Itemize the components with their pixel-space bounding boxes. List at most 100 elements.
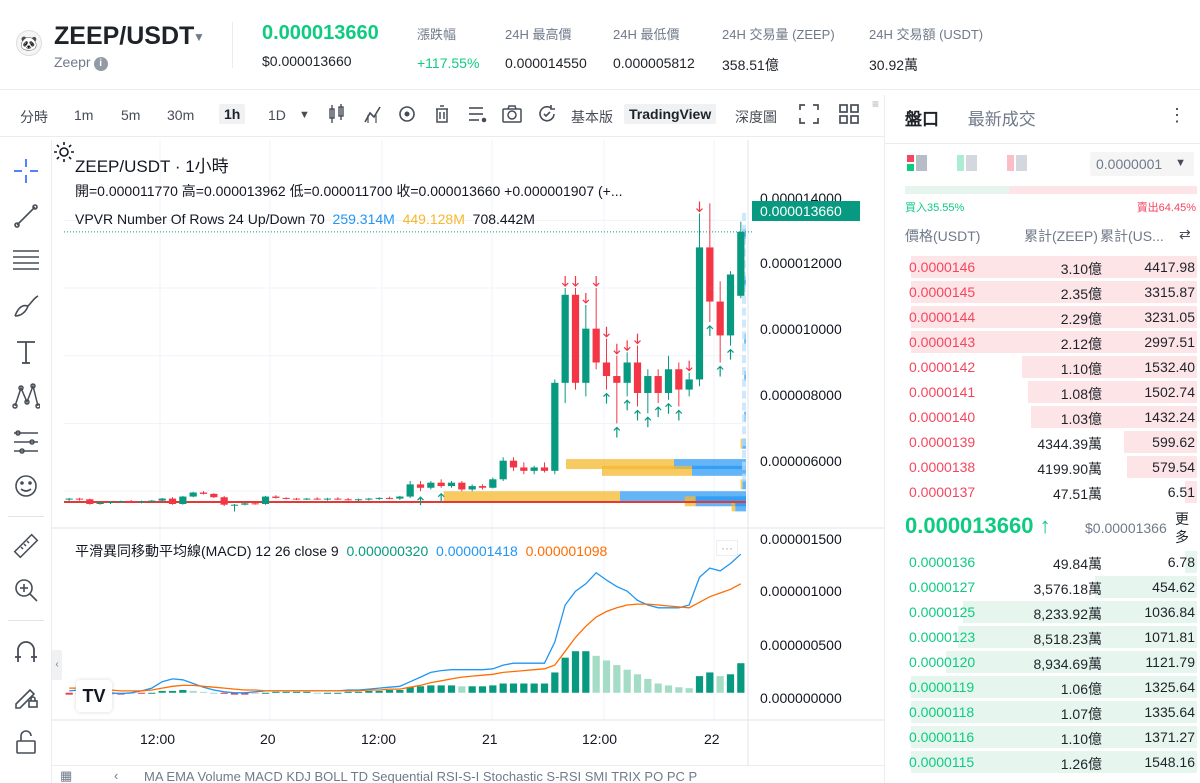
interval-1h[interactable]: 1h [219,104,246,124]
vpvr-profile-bar [742,378,746,387]
time-tick: 20 [260,731,276,747]
buy-signal-arrow [437,492,445,502]
pair-dropdown-icon[interactable]: ▼ [193,30,205,44]
fullscreen-icon[interactable] [798,103,820,125]
list-icon[interactable] [466,103,488,125]
lock-drawing-icon[interactable] [12,682,40,710]
ask-row[interactable]: 0.0000143 2.12億 2997.51 [905,330,1197,355]
calendar-icon[interactable]: ▦ [60,768,72,783]
brush-icon[interactable] [12,292,40,320]
fib-tool-icon[interactable] [12,428,40,456]
interval-time[interactable]: 分時 [20,107,48,127]
candle-body [189,492,197,497]
emoji-icon[interactable] [12,472,40,500]
basic-view-tab[interactable]: 基本版 [571,107,613,127]
amount-cell: 8,518.23萬 [1033,631,1103,647]
zoom-in-icon[interactable] [12,576,40,604]
sell-ratio: 賣出64.45% [1136,202,1196,214]
layout-grid-icon[interactable] [838,103,860,125]
pair-name[interactable]: ZEEP/USDT [54,22,194,51]
orderbook-tabs: 盤口 最新成交 [905,105,1060,130]
horizontal-lines-icon[interactable] [12,246,40,274]
text-tool-icon[interactable] [12,338,40,366]
sell-signal-arrow [634,333,641,345]
macd-histogram-bar [468,686,476,693]
bid-row[interactable]: 0.0000127 3,576.18萬 454.62 [905,575,1197,600]
book-both-icon[interactable] [907,155,927,171]
trendline-icon[interactable] [12,202,40,230]
candle-body [272,496,280,498]
vpvr-profile-bar [742,331,746,340]
depth-chart-tab[interactable]: 深度圖 [735,107,777,127]
interval-dropdown-icon[interactable]: ▼ [299,109,310,121]
magnet-icon[interactable] [12,638,40,666]
macd-histogram-bar [737,663,745,693]
candle-body [520,467,528,471]
pattern-tool-icon[interactable] [12,382,40,410]
bid-row[interactable]: 0.0000116 1.10億 1371.27 [905,725,1197,750]
camera-icon[interactable] [501,103,523,125]
interval-30m[interactable]: 30m [167,107,194,123]
macd-histogram-bar [365,690,373,693]
total-cell: 1071.81 [1144,629,1195,645]
more-menu-icon[interactable]: ⋮ [1168,105,1186,126]
ask-row[interactable]: 0.0000146 3.10億 4417.98 [905,255,1197,280]
bid-row[interactable]: 0.0000125 8,233.92萬 1036.84 [905,600,1197,625]
scroll-left-icon[interactable]: ‹ [114,768,118,783]
interval-1m[interactable]: 1m [74,107,93,123]
tradingview-logo-icon[interactable]: TV [76,680,112,712]
ask-row[interactable]: 0.0000141 1.08億 1502.74 [905,380,1197,405]
alert-icon[interactable] [396,103,418,125]
precision-select[interactable]: 0.0000001 ▼ [1090,152,1194,176]
total-cell: 454.62 [1152,579,1195,595]
ask-row[interactable]: 0.0000145 2.35億 3315.87 [905,280,1197,305]
info-icon[interactable]: i [93,57,108,71]
indicators-icon[interactable] [362,103,384,125]
candle-type-icon[interactable] [326,103,348,125]
buy-signal-arrow [644,416,652,428]
candle-body [220,497,228,505]
candle-body [737,231,745,296]
tab-orderbook[interactable]: 盤口 [905,105,939,130]
unlock-icon[interactable] [12,728,40,756]
ask-row[interactable]: 0.0000144 2.29億 3231.05 [905,305,1197,330]
indicator-list[interactable]: MA EMA Volume MACD KDJ BOLL TD Sequentia… [144,769,697,783]
macd-histogram-bar [210,692,218,694]
ruler-icon[interactable] [12,532,40,560]
ask-row[interactable]: 0.0000138 4199.90萬 579.54 [905,455,1197,480]
tradingview-tab[interactable]: TradingView [624,104,717,124]
bid-row[interactable]: 0.0000120 8,934.69萬 1121.79 [905,650,1197,675]
candle-body [199,492,208,494]
amount-cell: 3.10億 [1060,261,1102,277]
candle-body [592,328,600,363]
book-asks-icon[interactable] [1007,155,1027,171]
bid-row[interactable]: 0.0000119 1.06億 1325.64 [905,675,1197,700]
bid-row[interactable]: 0.0000118 1.07億 1335.64 [905,700,1197,725]
bid-row[interactable]: 0.0000115 1.26億 1548.16 [905,750,1197,775]
more-link[interactable]: 更多 [1175,510,1195,546]
panel-handle-icon[interactable]: ≡ [872,97,879,111]
ask-row[interactable]: 0.0000137 47.51萬 6.51 [905,480,1197,505]
interval-1d[interactable]: 1D [268,107,286,123]
tab-recent-trades[interactable]: 最新成交 [968,105,1036,130]
macd-histogram-bar [148,692,156,694]
candle-body [230,504,239,506]
price-cell: 0.0000119 [909,679,975,695]
bid-row[interactable]: 0.0000123 8,518.23萬 1071.81 [905,625,1197,650]
interval-5m[interactable]: 5m [121,107,140,123]
ask-row[interactable]: 0.0000139 4344.39萬 599.62 [905,430,1197,455]
crosshair-icon[interactable] [12,157,40,185]
replay-icon[interactable] [536,103,558,125]
delete-icon[interactable] [431,103,453,125]
ask-row[interactable]: 0.0000140 1.03億 1432.24 [905,405,1197,430]
stat-value: 0.000014550 [505,55,587,71]
swap-unit-icon[interactable]: ⇄ [1179,226,1191,243]
book-bids-icon[interactable] [957,155,977,171]
candle-body [396,496,404,499]
macd-histogram-bar [179,689,187,693]
more-options-icon[interactable]: ··· [716,540,738,556]
price-chart[interactable]: ZEEP/USDT · 1小時 開=0.000011770 高=0.000013… [52,140,884,765]
settings-gear-icon[interactable] [52,140,76,164]
ask-row[interactable]: 0.0000142 1.10億 1532.40 [905,355,1197,380]
bid-row[interactable]: 0.0000136 49.84萬 6.78 [905,550,1197,575]
